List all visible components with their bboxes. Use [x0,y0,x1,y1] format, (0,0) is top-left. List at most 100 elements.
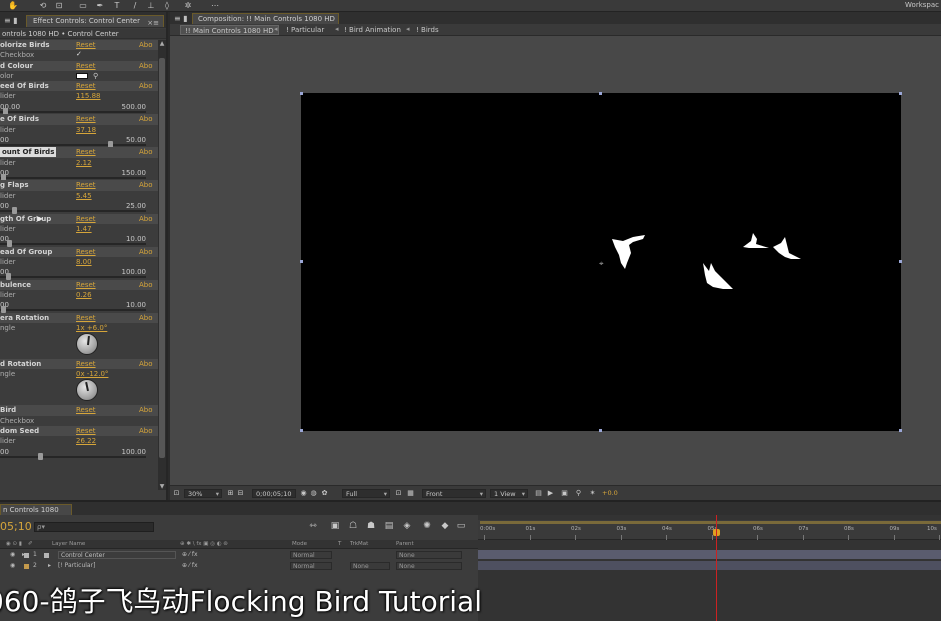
layer-parent-dropdown[interactable]: None [396,562,462,570]
layer-switches-icon[interactable]: ⊕ ⁄ fx [182,561,198,571]
about-link[interactable]: Abo [139,114,153,124]
expand-arrow-icon[interactable]: ▸ [48,561,51,571]
workspace-label[interactable]: Workspac [905,1,939,9]
eyedropper-icon[interactable]: ⚲ [93,71,98,81]
layer-duration-bar[interactable] [478,561,941,570]
exposure-value[interactable]: +0.0 [602,489,618,497]
about-link[interactable]: Abo [139,426,153,436]
snapshot-icon[interactable]: ◉ [299,489,308,498]
bounding-handle[interactable] [899,429,902,432]
about-link[interactable]: Abo [139,81,153,91]
shy-icon[interactable]: ☗ [365,520,377,532]
layer-parent-dropdown[interactable]: None [396,551,462,559]
layer-trkmat-dropdown[interactable]: None [350,562,390,570]
safe-margins-icon[interactable]: ⊞ [226,489,235,498]
property-value[interactable]: 115.88 [76,91,101,101]
property-name[interactable]: gth Of Group [0,214,51,224]
timeline-current-time[interactable]: 05;10 [0,520,32,533]
property-name[interactable]: dom Seed [0,426,39,436]
timeline-search-input[interactable]: ρ▾ [34,522,154,532]
about-link[interactable]: Abo [139,214,153,224]
reset-link[interactable]: Reset [76,81,96,91]
slider-track[interactable] [0,240,146,248]
comp-mini-flowchart-icon[interactable]: ⇿ [307,520,319,532]
rectangle-tool-icon[interactable]: ▭ [78,1,88,10]
property-name[interactable]: bulence [0,280,31,290]
zoom-dropdown[interactable]: 30% ▾ [184,489,222,498]
layer-name[interactable]: Control Center [58,551,176,559]
composition-lock-icon[interactable]: ≡ ▮ [174,14,188,23]
effect-controls-scrollbar[interactable]: ▲ ▼ [158,40,166,490]
property-value[interactable]: 8.00 [76,257,92,267]
layer-mode-dropdown[interactable]: Normal [290,562,332,570]
crumb-bird-animation[interactable]: ! Bird Animation [340,25,405,35]
about-link[interactable]: Abo [139,40,153,50]
pen-tool-icon[interactable]: ✒ [95,1,105,10]
motion-blur-icon[interactable]: ◈ [401,520,413,532]
column-parent[interactable]: Parent [396,540,414,549]
reset-link[interactable]: Reset [76,114,96,124]
reset-link[interactable]: Reset [76,247,96,257]
property-name[interactable]: eed Of Birds [0,81,49,91]
exposure-icon[interactable]: ✶ [588,489,597,498]
slider-track[interactable] [0,273,146,281]
close-panel-icon[interactable]: ×≡ [147,18,159,29]
about-link[interactable]: Abo [139,359,153,369]
property-value[interactable]: 5.45 [76,191,92,201]
about-link[interactable]: Abo [139,247,153,257]
property-value[interactable]: 0.26 [76,290,92,300]
property-value[interactable]: 1.47 [76,224,92,234]
camera-tool-icon[interactable]: ⊡ [54,1,64,10]
layer-switches-icon[interactable]: ⊕ ⁄ fx [182,550,198,560]
keyframe-icon[interactable]: ◆ [439,520,451,532]
stamp-tool-icon[interactable]: ⊥ [146,1,156,10]
reset-link[interactable]: Reset [76,426,96,436]
property-name[interactable]: d Rotation [0,359,41,369]
region-of-interest-icon[interactable]: ⊡ [394,489,403,498]
work-area-bar[interactable] [480,521,941,524]
scroll-up-icon[interactable]: ▲ [158,40,166,47]
reset-link[interactable]: Reset [76,359,96,369]
property-name[interactable]: olorize Birds [0,40,50,50]
composition-tab[interactable]: Composition: !! Main Controls 1080 HD [192,13,339,24]
bounding-handle[interactable] [300,260,303,263]
rotate-tool-icon[interactable]: ⟲ [38,1,48,10]
slider-track[interactable] [0,306,146,314]
column-trkmat[interactable]: TrkMat [350,540,368,549]
visibility-icon[interactable]: ◉ [10,550,15,560]
reset-link[interactable]: Reset [76,40,96,50]
property-value[interactable]: 0x -12.0° [76,369,108,379]
reset-link[interactable]: Reset [76,313,96,323]
anchor-point-icon[interactable]: ⌖ [599,260,604,268]
reset-link[interactable]: Reset [76,180,96,190]
layer-duration-bar[interactable] [478,550,941,559]
property-name[interactable]: era Rotation [0,313,49,323]
flowchart-icon[interactable]: ⚲ [574,489,583,498]
eraser-tool-icon[interactable]: ◊ [162,1,172,10]
property-name[interactable]: e Of Birds [0,114,39,124]
live-update-icon[interactable]: ▣ [329,520,341,532]
scrollbar-thumb[interactable] [159,58,165,458]
layer-mode-dropdown[interactable]: Normal [290,551,332,559]
time-ruler[interactable]: 0:00s01s02s03s04s05s06s07s08s09s10s [478,520,941,540]
crumb-main-controls[interactable]: !! Main Controls 1080 HD [180,25,279,35]
fast-preview-icon[interactable]: ▶ [546,489,555,498]
slider-knob[interactable] [37,452,43,460]
about-link[interactable]: Abo [139,405,153,415]
current-time-field[interactable]: 0;00;05;10 [252,489,296,498]
composition-canvas[interactable]: ⌖ [300,92,902,432]
reset-link[interactable]: Reset [76,405,96,415]
transparency-grid-icon[interactable]: ▦ [406,489,415,498]
property-name[interactable]: ount Of Birds [0,147,57,158]
crumb-birds[interactable]: ! Birds [412,25,443,35]
property-value[interactable]: 26.22 [76,436,96,446]
always-preview-icon[interactable]: ⊡ [172,489,181,498]
slider-track[interactable] [0,107,146,115]
axis-mode-icon[interactable]: ⋯ [210,1,220,10]
composition-viewer[interactable]: ⌖ [170,37,941,485]
brainstorm-icon[interactable]: ✺ [421,520,433,532]
about-link[interactable]: Abo [139,180,153,190]
angle-dial[interactable] [76,333,98,356]
property-name[interactable]: d Colour [0,61,33,71]
column-layer-name[interactable]: Layer Name [52,540,85,549]
